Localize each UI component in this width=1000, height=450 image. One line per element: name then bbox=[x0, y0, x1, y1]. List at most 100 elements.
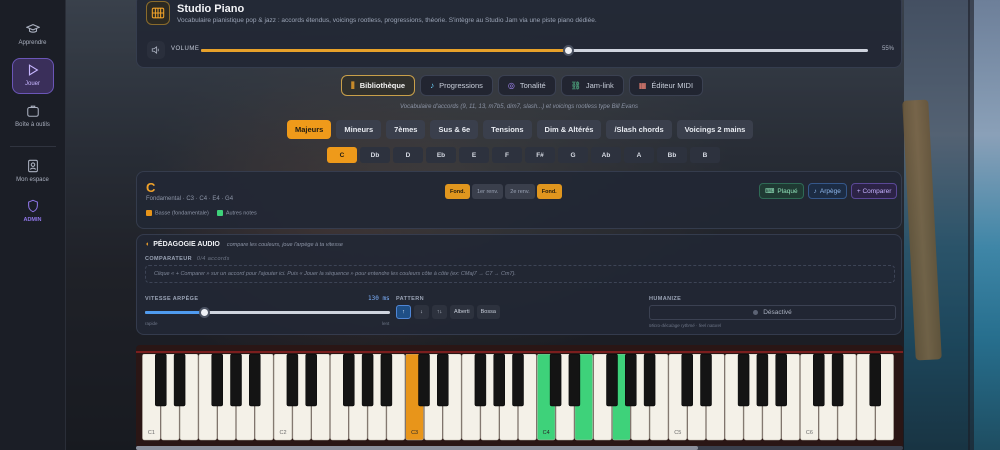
tab-jam-link[interactable]: ⛓ Jam-link bbox=[560, 75, 624, 96]
black-key-ab4[interactable] bbox=[625, 354, 637, 407]
black-key-eb4[interactable] bbox=[568, 354, 581, 407]
link-icon: ⛓ bbox=[570, 81, 581, 90]
category-voicings-2-mains[interactable]: Voicings 2 mains bbox=[676, 120, 754, 139]
speed-label: VITESSE ARPÈGE bbox=[145, 296, 199, 302]
sidebar-item-jouer[interactable]: Jouer bbox=[11, 58, 54, 94]
sidebar-item-label: ADMIN bbox=[23, 217, 42, 223]
category-7emes[interactable]: 7èmes bbox=[386, 120, 426, 139]
black-key-gb1[interactable] bbox=[211, 354, 223, 407]
pedagogie-header: ◖ PÉDAGOGIE AUDIO compare les couleurs, … bbox=[145, 241, 343, 248]
page-subtitle: Vocabulaire pianistique pop & jazz : acc… bbox=[177, 17, 597, 24]
inversion-button[interactable]: 1er renv. bbox=[471, 184, 504, 199]
humanize-toggle[interactable]: Désactivé bbox=[649, 305, 896, 320]
black-key-ab1[interactable] bbox=[230, 354, 242, 407]
black-key-db3[interactable] bbox=[418, 354, 430, 407]
black-key-gb6[interactable] bbox=[869, 354, 881, 407]
category-slash-chords[interactable]: /Slash chords bbox=[606, 120, 672, 139]
headphones-icon: ◖ bbox=[145, 241, 150, 248]
key-button[interactable]: Eb bbox=[426, 147, 456, 163]
black-key-db2[interactable] bbox=[286, 354, 299, 407]
volume-icon[interactable] bbox=[147, 41, 165, 59]
black-key-gb5[interactable] bbox=[737, 354, 750, 407]
tab-tonalite[interactable]: ◎ Tonalité bbox=[497, 75, 556, 96]
pattern-selector: ↑ ↓ ↑↓ Alberti Bossa bbox=[396, 305, 500, 319]
category-sus-6e[interactable]: Sus & 6e bbox=[430, 120, 479, 139]
key-button[interactable]: B bbox=[690, 147, 720, 163]
key-button[interactable]: G bbox=[558, 147, 588, 163]
category-mineurs[interactable]: Mineurs bbox=[336, 120, 382, 139]
black-key-eb2[interactable] bbox=[305, 354, 317, 407]
black-key-db4[interactable] bbox=[549, 354, 562, 407]
key-button[interactable]: C bbox=[327, 147, 357, 163]
black-key-bb2[interactable] bbox=[380, 354, 393, 407]
black-key-db6[interactable] bbox=[813, 354, 825, 407]
plaque-label: Plaqué bbox=[777, 187, 798, 195]
volume-slider-thumb[interactable] bbox=[562, 45, 574, 56]
pattern-updown-button[interactable]: ↑↓ bbox=[432, 305, 447, 319]
piano-scrollbar[interactable] bbox=[136, 446, 903, 450]
inversion-button[interactable]: 2e renv. bbox=[505, 184, 535, 199]
key-button[interactable]: Bb bbox=[657, 147, 687, 163]
black-key-ab5[interactable] bbox=[756, 354, 769, 407]
tab-label: Tonalité bbox=[519, 81, 546, 90]
category-dim-alteres[interactable]: Dim & Altérés bbox=[536, 120, 602, 139]
black-key-eb6[interactable] bbox=[831, 354, 844, 407]
black-key-gb2[interactable] bbox=[343, 354, 355, 407]
key-selector: C Db D Eb E F F# G Ab A Bb B bbox=[327, 147, 720, 163]
speed-slider-thumb[interactable] bbox=[198, 307, 210, 318]
black-key-ab2[interactable] bbox=[361, 354, 374, 407]
key-button[interactable]: F# bbox=[525, 147, 555, 163]
pattern-bossa-button[interactable]: Bossa bbox=[476, 305, 500, 319]
black-key-bb5[interactable] bbox=[775, 354, 787, 407]
tab-bibliotheque[interactable]: ⫼ Bibliothèque bbox=[341, 75, 416, 96]
black-key-bb1[interactable] bbox=[249, 354, 261, 407]
sidebar-item-mon-espace[interactable]: Mon espace bbox=[12, 155, 54, 189]
user-icon bbox=[27, 159, 38, 173]
pattern-up-button[interactable]: ↑ bbox=[396, 305, 411, 319]
piano-scrollbar-thumb[interactable] bbox=[136, 446, 698, 450]
page-scrollbar[interactable] bbox=[968, 0, 974, 450]
inversion-button[interactable]: Fond. bbox=[536, 184, 562, 199]
black-key-eb3[interactable] bbox=[437, 354, 449, 407]
pattern-label: PATTERN bbox=[396, 296, 424, 302]
octave-label-c3: C3 bbox=[411, 430, 418, 436]
category-tensions[interactable]: Tensions bbox=[483, 120, 532, 139]
key-button[interactable]: E bbox=[459, 147, 489, 163]
speed-slider[interactable] bbox=[145, 307, 390, 318]
black-key-gb4[interactable] bbox=[606, 354, 618, 407]
key-button[interactable]: Ab bbox=[591, 147, 621, 163]
black-key-db1[interactable] bbox=[155, 354, 167, 407]
arpege-button[interactable]: ♪ Arpège bbox=[807, 183, 847, 199]
key-button[interactable]: F bbox=[492, 147, 522, 163]
comparer-button[interactable]: + Comparer bbox=[850, 183, 898, 199]
sidebar-item-boite-a-outils[interactable]: Boîte à outils bbox=[12, 100, 54, 134]
pattern-down-button[interactable]: ↓ bbox=[414, 305, 429, 319]
piano-keyboard[interactable]: C1 C2 C3 C4 C5 C6 bbox=[142, 354, 903, 442]
inversion-button[interactable]: Fond. bbox=[445, 184, 470, 199]
key-button[interactable]: A bbox=[624, 147, 654, 163]
category-majeurs[interactable]: Majeurs bbox=[287, 120, 332, 139]
key-button[interactable]: Db bbox=[360, 147, 390, 163]
sidebar-item-admin[interactable]: ADMIN bbox=[12, 195, 54, 229]
black-key-eb1[interactable] bbox=[173, 354, 186, 407]
sidebar-item-apprendre[interactable]: Apprendre bbox=[12, 18, 54, 52]
chord-notes: Fondamental · C3 · C4 · E4 · G4 bbox=[146, 196, 234, 202]
volume-label: VOLUME bbox=[171, 46, 200, 52]
black-key-db5[interactable] bbox=[681, 354, 693, 407]
piano-felt bbox=[136, 351, 903, 353]
piano-logo-icon bbox=[146, 1, 170, 25]
black-key-eb5[interactable] bbox=[700, 354, 712, 407]
volume-value: 55% bbox=[882, 46, 895, 52]
plaque-button[interactable]: ⌨ Plaqué bbox=[759, 183, 804, 199]
tab-progressions[interactable]: ♪ Progressions bbox=[420, 75, 493, 96]
key-button[interactable]: D bbox=[393, 147, 423, 163]
black-key-gb3[interactable] bbox=[474, 354, 487, 407]
black-key-bb3[interactable] bbox=[512, 354, 524, 407]
comparator-dropzone[interactable]: Clique « + Comparer » sur un accord pour… bbox=[145, 265, 895, 283]
speed-low-label: rapide bbox=[145, 321, 158, 326]
pattern-alberti-button[interactable]: Alberti bbox=[450, 305, 474, 319]
tab-editeur-midi[interactable]: ▦ Éditeur MIDI bbox=[628, 75, 704, 96]
black-key-bb4[interactable] bbox=[643, 354, 656, 407]
volume-slider[interactable] bbox=[201, 45, 868, 56]
black-key-ab3[interactable] bbox=[493, 354, 505, 407]
